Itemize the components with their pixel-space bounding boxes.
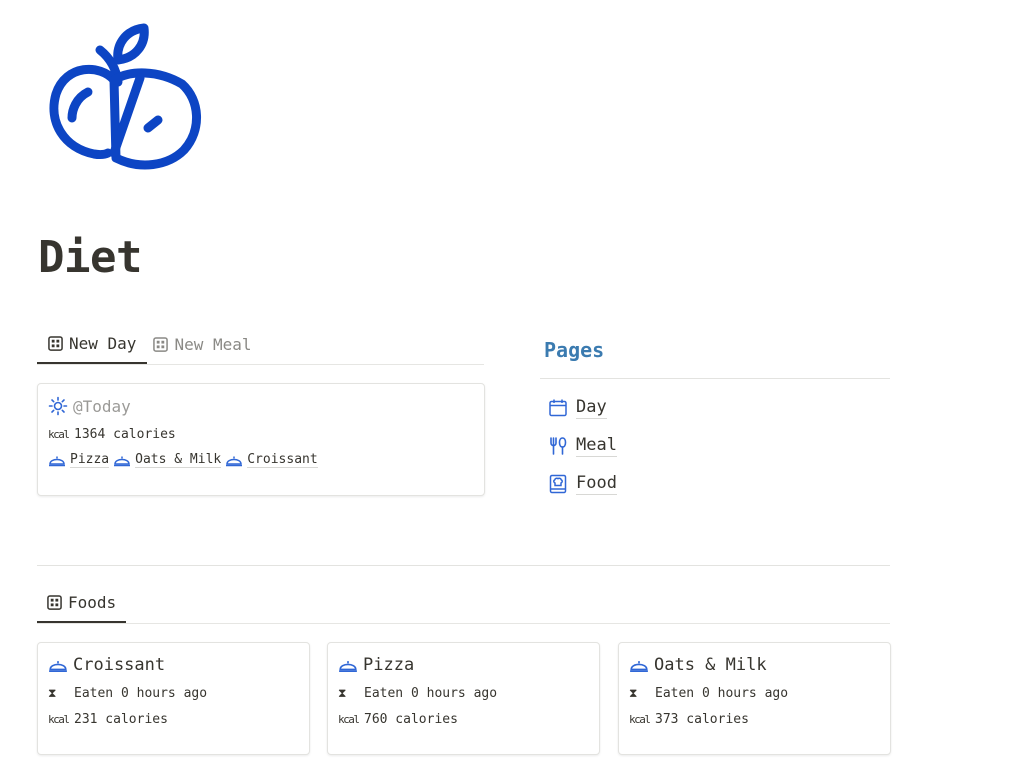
- eaten-row: ⧗ Eaten 0 hours ago: [338, 683, 589, 703]
- table-icon: [153, 336, 169, 352]
- kcal-icon: kcal: [48, 712, 70, 726]
- today-title[interactable]: @Today: [73, 397, 131, 416]
- table-icon: [48, 335, 63, 351]
- foods-view-tabs: Foods: [37, 582, 890, 624]
- relation-item-oats-milk[interactable]: Oats & Milk: [113, 452, 222, 468]
- relation-item-croissant[interactable]: Croissant: [225, 452, 318, 468]
- calories-row: kcal 231 calories: [48, 709, 299, 729]
- card-title-row: Pizza: [338, 653, 589, 677]
- table-icon: [47, 594, 62, 610]
- calendar-icon: [549, 399, 567, 416]
- utensils-icon: [550, 436, 567, 455]
- page-link-day[interactable]: Day: [548, 396, 607, 419]
- page-link-food[interactable]: Food: [548, 472, 617, 495]
- page: Diet New Day New Meal @Today kcal 1364 c…: [0, 0, 1024, 768]
- foods-relation-row: Pizza Oats & Milk Croissant: [48, 450, 474, 470]
- calories-value: 1364 calories: [74, 426, 176, 442]
- card-title-row: Oats & Milk: [629, 653, 880, 677]
- tab-label: New Meal: [174, 334, 252, 354]
- cloche-icon: [339, 661, 357, 672]
- hourglass-icon: ⧗: [629, 685, 638, 700]
- calories-row: kcal 1364 calories: [48, 424, 474, 444]
- card-title-row: @Today: [48, 394, 474, 418]
- food-card-oats-milk[interactable]: Oats & Milk ⧗ Eaten 0 hours ago kcal 373…: [618, 642, 891, 755]
- kcal-icon: kcal: [48, 427, 70, 441]
- eaten-value: Eaten 0 hours ago: [74, 685, 208, 701]
- card-title-row: Croissant: [48, 653, 299, 677]
- cloche-icon: [114, 456, 131, 467]
- relation-item-pizza[interactable]: Pizza: [48, 452, 110, 468]
- calories-value: 373 calories: [655, 711, 749, 727]
- cookbook-icon: [549, 474, 567, 493]
- calories-row: kcal 373 calories: [629, 709, 880, 729]
- card-title: Pizza: [363, 655, 415, 675]
- cloche-icon: [630, 661, 648, 672]
- apple-icon[interactable]: [44, 18, 206, 180]
- divider: [37, 565, 890, 566]
- pages-heading: Pages: [544, 338, 605, 362]
- cloche-icon: [49, 456, 65, 467]
- card-title: Oats & Milk: [654, 655, 767, 675]
- kcal-icon: kcal: [338, 712, 360, 726]
- eaten-value: Eaten 0 hours ago: [655, 685, 789, 701]
- today-card[interactable]: @Today kcal 1364 calories Pizza Oats & M…: [37, 383, 485, 496]
- calories-row: kcal 760 calories: [338, 709, 589, 729]
- cloche-icon: [226, 456, 243, 467]
- eaten-row: ⧗ Eaten 0 hours ago: [629, 683, 880, 703]
- card-title: Croissant: [73, 655, 166, 675]
- tab-label: New Day: [69, 333, 137, 353]
- view-tabs: New Day New Meal: [37, 322, 484, 365]
- food-card-pizza[interactable]: Pizza ⧗ Eaten 0 hours ago kcal 760 calor…: [327, 642, 600, 755]
- tab-foods[interactable]: Foods: [37, 583, 127, 623]
- divider: [540, 378, 890, 379]
- kcal-icon: kcal: [629, 712, 651, 726]
- page-title: Diet: [38, 232, 142, 283]
- tab-new-day[interactable]: New Day: [37, 324, 148, 364]
- tab-new-meal[interactable]: New Meal: [147, 324, 262, 364]
- eaten-row: ⧗ Eaten 0 hours ago: [48, 683, 299, 703]
- eaten-value: Eaten 0 hours ago: [364, 685, 498, 701]
- calories-value: 231 calories: [74, 711, 168, 727]
- food-card-croissant[interactable]: Croissant ⧗ Eaten 0 hours ago kcal 231 c…: [37, 642, 310, 755]
- hourglass-icon: ⧗: [48, 685, 57, 700]
- cloche-icon: [49, 661, 67, 672]
- tab-label: Foods: [68, 592, 117, 612]
- page-link-meal[interactable]: Meal: [548, 434, 617, 457]
- hourglass-icon: ⧗: [338, 685, 347, 700]
- sun-icon: [48, 396, 68, 416]
- calories-value: 760 calories: [364, 711, 458, 727]
